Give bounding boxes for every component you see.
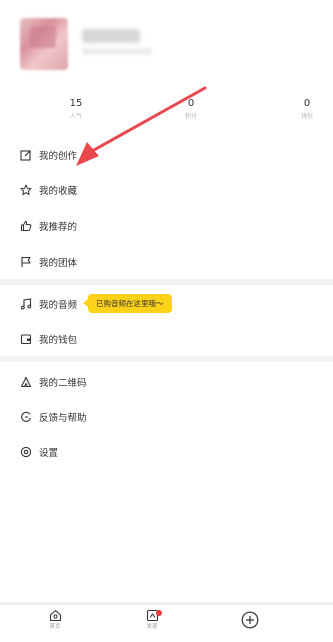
stat-wallet[interactable]: 0 钱包 [262,98,333,122]
avatar[interactable] [20,18,68,70]
wallet-icon [20,334,32,345]
menu-item-label: 设置 [39,448,59,459]
profile-card: 15 人气 0 积分 0 钱包 [0,0,333,138]
stat-points[interactable]: 0 积分 [146,98,236,122]
edit-icon [20,150,31,161]
tab-label: 首页 [49,624,61,630]
audio-purchased-tooltip: 已购音频在这里哦～ [83,294,172,313]
home-icon [49,609,61,622]
menu-item-feedback-help[interactable]: 反馈与帮助 [0,402,333,432]
menu-item-label: 我的创作 [39,151,78,162]
menu-section-content: 我的创作 我的收藏 我推荐的 我的团体 [0,137,333,279]
settings-icon [20,446,32,458]
menu-item-label: 反馈与帮助 [39,413,87,424]
menu-item-label: 我的二维码 [39,378,87,389]
menu-section-other: 我的二维码 反馈与帮助 设置 [0,362,333,602]
stat-label: 积分 [184,113,197,120]
menu-item-label: 我的收藏 [39,186,78,197]
stat-label: 钱包 [300,113,313,120]
nickname-blurred [82,29,140,43]
thumbs-up-icon [21,221,32,231]
menu-item-settings[interactable]: 设置 [0,437,333,467]
menu-item-my-creations[interactable]: 我的创作 [0,140,333,170]
stat-value: 0 [187,98,195,109]
notification-dot [156,610,162,616]
menu-item-label: 我的音频 [39,300,78,311]
stat-value: 15 [69,98,83,109]
stat-popularity[interactable]: 15 人气 [31,98,121,122]
music-icon [20,298,32,310]
menu-item-my-recommendations[interactable]: 我推荐的 [0,211,333,241]
tab-label: 发现 [146,624,158,630]
tab-add[interactable] [225,611,275,629]
menu-item-my-wallet[interactable]: 我的钱包 [0,324,333,354]
feedback-icon [21,411,32,422]
menu-item-my-qr-code[interactable]: 我的二维码 [0,367,333,397]
stat-value: 0 [303,98,311,109]
stat-label: 人气 [69,113,82,120]
tab-discover[interactable]: 发现 [127,609,177,631]
menu-item-label: 我推荐的 [39,222,78,233]
tab-home[interactable]: 首页 [30,609,80,631]
qr-code-icon [20,376,32,388]
bottom-navigation: 首页 发现 [0,604,333,642]
star-icon [20,184,32,196]
menu-item-label: 我的钱包 [39,335,78,346]
menu-item-label: 我的团体 [39,258,78,269]
menu-item-my-groups[interactable]: 我的团体 [0,247,333,277]
menu-item-my-favorites[interactable]: 我的收藏 [0,175,333,205]
flag-icon [21,256,31,267]
profile-subtitle-blurred [82,48,152,55]
plus-circle-icon [241,611,259,629]
